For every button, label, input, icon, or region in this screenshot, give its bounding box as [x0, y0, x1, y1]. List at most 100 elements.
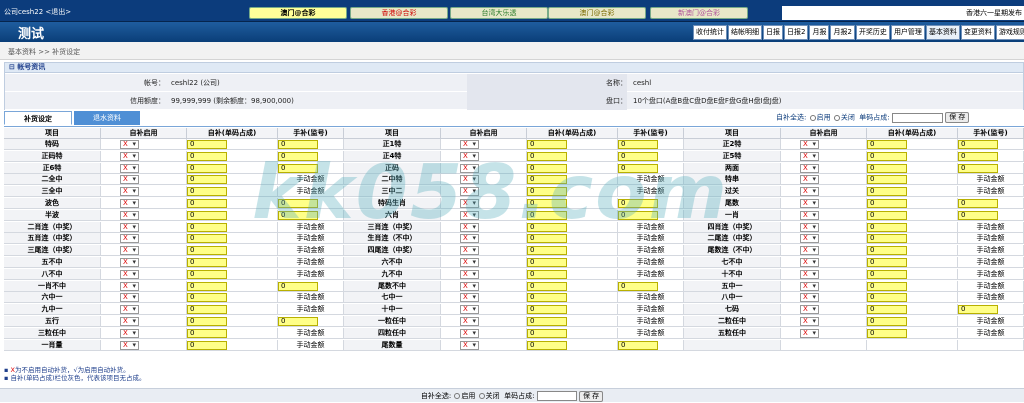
manual-amount-input[interactable]: 0	[958, 210, 998, 220]
nav-item[interactable]: 结帐明细	[728, 25, 762, 40]
auto-amount-input[interactable]: 0	[187, 246, 227, 256]
auto-enable-select[interactable]: X ▾	[800, 328, 819, 338]
auto-enable-select[interactable]: X ▾	[800, 187, 819, 197]
manual-amount-input[interactable]: 0	[618, 140, 658, 149]
auto-enable-select[interactable]: X ▾	[120, 199, 139, 208]
auto-amount-input[interactable]: 0	[867, 151, 907, 161]
auto-enable-select[interactable]: X ▾	[800, 317, 819, 326]
auto-amount-input[interactable]: 0	[527, 305, 567, 315]
auto-amount-input[interactable]: 0	[867, 222, 907, 232]
nav-item[interactable]: 基本资料	[925, 25, 960, 40]
auto-enable-select[interactable]: X ▾	[460, 340, 479, 350]
auto-enable-select[interactable]: X ▾	[800, 199, 819, 208]
auto-amount-input[interactable]: 0	[867, 163, 907, 173]
auto-enable-select[interactable]: X ▾	[800, 222, 819, 232]
auto-enable-select[interactable]: X ▾	[120, 328, 139, 338]
auto-amount-input[interactable]: 0	[527, 317, 567, 326]
auto-amount-input[interactable]: 0	[527, 163, 567, 173]
manual-amount-input[interactable]: 0	[618, 210, 658, 220]
enable-radio[interactable]	[809, 114, 816, 121]
auto-enable-select[interactable]: X ▾	[800, 246, 819, 256]
auto-amount-input[interactable]: 0	[527, 222, 567, 232]
auto-enable-select[interactable]: X ▾	[120, 281, 139, 291]
nav-item[interactable]: 月报	[809, 25, 830, 40]
nav-item[interactable]: 用户管理	[890, 25, 925, 40]
auto-amount-input[interactable]: 0	[867, 317, 907, 326]
manual-amount-input[interactable]: 0	[278, 151, 318, 161]
manual-amount-input[interactable]: 0	[958, 151, 998, 161]
lottery-tab-3[interactable]: 澳门@合彩	[548, 7, 646, 19]
auto-enable-select[interactable]: X ▾	[120, 317, 139, 326]
auto-enable-select[interactable]: X ▾	[800, 305, 819, 315]
manual-amount-input[interactable]: 0	[278, 317, 318, 326]
auto-amount-input[interactable]: 0	[527, 140, 567, 149]
auto-enable-select[interactable]: X ▾	[120, 175, 139, 185]
nav-item[interactable]: 变更资料	[960, 25, 995, 40]
auto-amount-input[interactable]: 0	[867, 140, 907, 149]
auto-amount-input[interactable]: 0	[187, 199, 227, 208]
manual-amount-input[interactable]: 0	[618, 163, 658, 173]
auto-amount-input[interactable]: 0	[187, 140, 227, 149]
auto-enable-select[interactable]: X ▾	[120, 140, 139, 149]
manual-amount-input[interactable]: 0	[958, 199, 998, 208]
auto-enable-select[interactable]: X ▾	[460, 317, 479, 326]
auto-enable-select[interactable]: X ▾	[800, 140, 819, 149]
auto-enable-select[interactable]: X ▾	[120, 340, 139, 350]
nav-item[interactable]: 收付统计	[693, 25, 727, 40]
nav-item[interactable]: 日报	[763, 25, 783, 40]
auto-enable-select[interactable]: X ▾	[120, 234, 139, 244]
auto-enable-select[interactable]: X ▾	[460, 187, 479, 197]
auto-enable-select[interactable]: X ▾	[120, 210, 139, 220]
auto-enable-select[interactable]: X ▾	[460, 151, 479, 161]
auto-enable-select[interactable]: X ▾	[460, 234, 479, 244]
auto-enable-select[interactable]: X ▾	[800, 210, 819, 220]
auto-amount-input[interactable]: 0	[187, 151, 227, 161]
auto-enable-select[interactable]: X ▾	[460, 269, 479, 279]
auto-enable-select[interactable]: X ▾	[800, 175, 819, 185]
auto-amount-input[interactable]: 0	[187, 210, 227, 220]
auto-amount-input[interactable]: 0	[867, 246, 907, 256]
save-button[interactable]: 保 存	[945, 112, 970, 123]
auto-amount-input[interactable]: 0	[527, 293, 567, 303]
manual-amount-input[interactable]: 0	[618, 199, 658, 208]
auto-amount-input[interactable]: 0	[527, 210, 567, 220]
auto-enable-select[interactable]: X ▾	[460, 199, 479, 208]
auto-enable-select[interactable]: X ▾	[800, 258, 819, 267]
auto-amount-input[interactable]: 0	[187, 281, 227, 291]
manual-amount-input[interactable]: 0	[278, 199, 318, 208]
auto-amount-input[interactable]: 0	[187, 163, 227, 173]
auto-amount-input[interactable]: 0	[187, 328, 227, 338]
auto-enable-select[interactable]: X ▾	[460, 246, 479, 256]
manual-amount-input[interactable]: 0	[958, 305, 998, 315]
auto-enable-select[interactable]: X ▾	[120, 246, 139, 256]
auto-enable-select[interactable]: X ▾	[120, 305, 139, 315]
auto-enable-select[interactable]: X ▾	[800, 281, 819, 291]
auto-enable-select[interactable]: X ▾	[120, 151, 139, 161]
auto-amount-input[interactable]: 0	[527, 340, 567, 350]
auto-amount-input[interactable]: 0	[187, 222, 227, 232]
auto-enable-select[interactable]: X ▾	[460, 140, 479, 149]
auto-enable-select[interactable]: X ▾	[800, 269, 819, 279]
auto-amount-input[interactable]: 0	[867, 199, 907, 208]
manual-amount-input[interactable]: 0	[958, 140, 998, 149]
nav-item[interactable]: 游戏规则	[995, 25, 1024, 40]
auto-amount-input[interactable]: 0	[187, 269, 227, 279]
auto-amount-input[interactable]: 0	[867, 269, 907, 279]
auto-enable-select[interactable]: X ▾	[800, 151, 819, 161]
tab-rebate-info[interactable]: 退水资料	[74, 111, 140, 125]
lottery-tab-1[interactable]: 香港@合彩	[350, 7, 448, 19]
auto-enable-select[interactable]: X ▾	[460, 293, 479, 303]
auto-amount-input[interactable]: 0	[187, 293, 227, 303]
auto-enable-select[interactable]: X ▾	[460, 175, 479, 185]
manual-amount-input[interactable]: 0	[278, 210, 318, 220]
account-logout-link[interactable]: 公司cesh22 <退出>	[4, 7, 71, 17]
manual-amount-input[interactable]: 0	[278, 163, 318, 173]
auto-enable-select[interactable]: X ▾	[120, 258, 139, 267]
lottery-tab-4[interactable]: 新澳门@合彩	[650, 7, 748, 19]
auto-amount-input[interactable]: 0	[867, 210, 907, 220]
save-button[interactable]: 保 存	[578, 390, 604, 402]
auto-enable-select[interactable]: X ▾	[120, 269, 139, 279]
auto-enable-select[interactable]: X ▾	[460, 328, 479, 338]
auto-amount-input[interactable]: 0	[867, 258, 907, 267]
auto-amount-input[interactable]: 0	[527, 151, 567, 161]
